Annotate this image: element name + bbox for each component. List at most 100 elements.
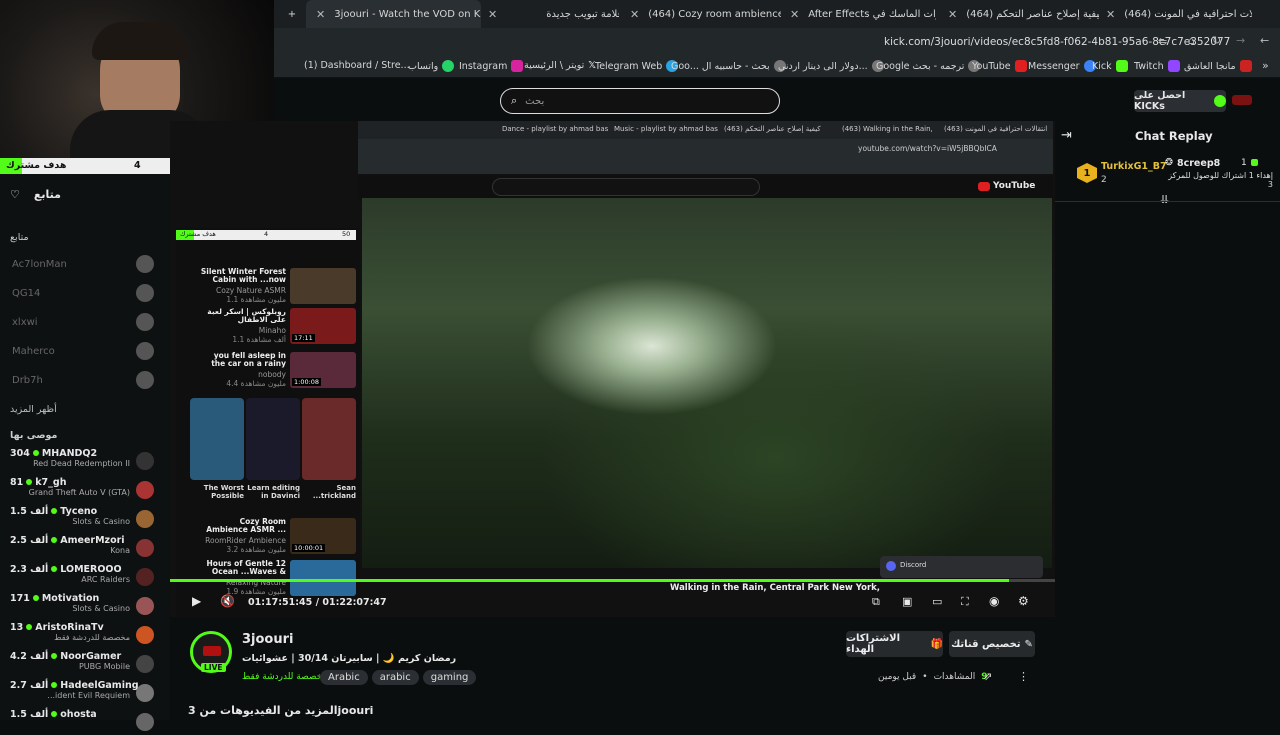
stream-category[interactable]: مخصصة للدردشة فقط (242, 672, 327, 682)
pip-icon[interactable]: ⧉ (872, 595, 880, 609)
followed-channel[interactable]: QG14 (10, 283, 160, 303)
home-icon[interactable]: ⌂ (1188, 34, 1195, 47)
share-icon[interactable]: ⇗ (983, 670, 992, 683)
bookmark-telegram[interactable]: Telegram Web (595, 60, 679, 72)
inner-video-title: Cozy Room Ambience ASMR ... Rain On Wind… (206, 518, 286, 534)
inner-video-title: you fell asleep in the car on a rainy af… (204, 352, 286, 368)
progress-track[interactable] (170, 579, 1055, 582)
site-settings-icon[interactable]: ⇋ (1158, 35, 1167, 48)
close-icon[interactable]: ✕ (630, 8, 639, 21)
collapse-chat-icon[interactable]: ⇥ (1061, 128, 1072, 143)
duration-badge: 10:00:01 (292, 544, 326, 552)
tab-cozy-room[interactable]: ✕ (464) Cozy room ambience (626, 0, 781, 28)
recommended-channel[interactable]: 13 AristoRinaTv مخصصة للدردشة فقط (10, 622, 160, 648)
progress-fill (170, 579, 1009, 582)
tab-after-effects[interactable]: ✕ After Effects أدوات الماسك في (786, 0, 936, 28)
inner-video-title: Silent Winter Forest Cabin with ...now O… (200, 268, 286, 284)
bookmark-twitter[interactable]: تويتر \ الرئيسية 𝕏 (524, 60, 596, 71)
forward-icon[interactable]: → (1236, 34, 1245, 47)
recommended-channel[interactable]: 1.5 ألف Tyceno Slots & Casino (10, 506, 160, 532)
bookmark-translate[interactable]: Google ترجمه - بحث (876, 60, 981, 72)
channel-name[interactable]: 3joouri (242, 632, 294, 647)
avatar (136, 342, 154, 360)
live-badge: LIVE (201, 663, 226, 672)
bookmarks-overflow-icon[interactable]: » (1262, 59, 1269, 72)
more-videos-heading: المزيد من الفيديوهات من 3joouri (188, 704, 374, 717)
recommended-channel[interactable]: 171 Motivation Slots & Casino (10, 593, 160, 619)
bookmark-kick[interactable]: Kick (1092, 60, 1128, 72)
gifter-name[interactable]: 8creep8 (1177, 158, 1220, 169)
recommended-channel[interactable]: 2.7 ألف HadeelGaming ...ident Evil Requiem (10, 680, 160, 706)
inner-short-thumbnail (302, 398, 356, 480)
recommended-channel[interactable]: 1.5 ألف ohosta (10, 709, 160, 735)
more-options-icon[interactable]: ⋮ (1018, 670, 1029, 683)
bookmark-manga[interactable]: مانجا العاشق (1184, 60, 1252, 72)
close-icon[interactable]: ✕ (790, 8, 799, 21)
inner-video-title: 12 Hours of Gentle Ocean ...Waves & Seag… (204, 560, 286, 576)
rank-badge: 1 (1077, 163, 1097, 183)
bookmark-instagram[interactable]: Instagram (459, 60, 524, 72)
following-header[interactable]: ♡ متابع (10, 188, 61, 201)
inner-short-title: Sean ...trickland vs (312, 484, 356, 500)
viewer-count: 13 (10, 622, 24, 633)
tag-gaming[interactable]: gaming (422, 670, 477, 685)
chat-username[interactable]: TurkixG1_B7 (1101, 161, 1167, 172)
avatar (136, 255, 154, 273)
close-icon[interactable]: ✕ (1106, 8, 1115, 21)
close-icon[interactable]: ✕ (488, 8, 497, 21)
tab-kick-vod[interactable]: ✕ 3joouri - Watch the VOD on Ki (306, 0, 481, 28)
recommended-channel[interactable]: 2.5 ألف AmeerMzori Kona (10, 535, 160, 561)
avatar (136, 539, 154, 557)
bookmark-youtube[interactable]: YouTube (972, 60, 1027, 72)
speed-icon[interactable]: ◉ (989, 594, 999, 608)
get-kicks-button[interactable]: احصل على KICKs (1134, 90, 1226, 112)
recommended-channel[interactable]: 4.2 ألف NoorGamer PUBG Mobile (10, 651, 160, 677)
bookmark-currency[interactable]: دولار الى دينار اردني... (778, 60, 884, 72)
view-stats: قبل يومين • المشاهدات 9 (878, 672, 988, 682)
clip-icon[interactable]: ▣ (902, 595, 912, 608)
followed-channel[interactable]: xlxwi (10, 312, 160, 332)
bookmarks-bar: (1) Dashboard / Stre... واتساب Instagram… (274, 56, 1280, 78)
url-field[interactable]: kick.com/3jouori/videos/ec8c5fd8-f062-4b… (884, 36, 1230, 48)
tab-new[interactable]: ✕ علامة تبويب جديدة (484, 0, 619, 28)
recommended-channel[interactable]: 81 k7_gh Grand Theft Auto V (GTA) (10, 477, 160, 503)
tag-arabic-lower[interactable]: arabic (371, 670, 419, 685)
tag-arabic[interactable]: Arabic (320, 670, 368, 685)
tab-fix-controls[interactable]: ✕ (464) كيفية إصلاح عناصر التحكم (944, 0, 1099, 28)
inner-video-channel: nobody (258, 370, 286, 379)
bookmark-dashboard[interactable]: (1) Dashboard / Stre... (304, 60, 410, 71)
show-more-link[interactable]: أظهر المزيد (10, 404, 57, 415)
fullscreen-icon[interactable]: ⛶ (961, 595, 969, 609)
viewer-count: 2.7 ألف (10, 680, 49, 691)
close-icon[interactable]: ✕ (948, 8, 957, 21)
live-dot-icon (51, 653, 58, 659)
search-input[interactable]: ⌕ بحث (500, 88, 780, 114)
bookmark-calculator[interactable]: Goo... بحث - حاسبيه ال (671, 60, 786, 72)
live-dot-icon (51, 682, 58, 688)
reload-icon[interactable]: ↻ (1212, 34, 1221, 47)
close-icon[interactable]: ✕ (316, 8, 325, 21)
bookmark-twitch[interactable]: Twitch (1134, 60, 1180, 72)
followed-channel[interactable]: Maherco (10, 341, 160, 361)
inner-video-meta: 3.2 مليون مشاهدة (226, 545, 286, 554)
gift-subs-button[interactable]: الاشتراكات الهداء 🎁 (846, 631, 943, 657)
gear-icon[interactable]: ⚙ (1018, 594, 1029, 608)
new-tab-button[interactable]: + (282, 0, 302, 28)
inner-bookmarks-bar (358, 159, 1053, 175)
theater-icon[interactable]: ▭ (932, 595, 942, 608)
bookmark-messenger[interactable]: Messenger (1028, 60, 1096, 72)
customize-channel-button[interactable]: تخصيص قناتك ✎ (949, 631, 1035, 657)
recommended-channel[interactable]: 304 MHANDQ2 Red Dead Redemption II (10, 448, 160, 474)
scroll-down-icon[interactable]: ⇊ (1160, 193, 1169, 206)
mute-icon[interactable]: 🔇 (220, 594, 235, 608)
followed-channel[interactable]: Drb7h (10, 370, 160, 390)
chat-title: Chat Replay (1135, 129, 1213, 143)
play-icon[interactable]: ▶ (192, 594, 201, 608)
recommended-channel[interactable]: 2.3 ألف LOMEROOO ARC Raiders (10, 564, 160, 590)
followed-channel[interactable]: Ac7lonMan (10, 254, 160, 274)
back-icon[interactable]: ← (1260, 34, 1269, 47)
inner-video-channel: RoomRider Ambience (205, 536, 286, 545)
tab-transitions[interactable]: ✕ (464) انتقالات احترافية في المونت (1102, 0, 1252, 28)
live-dot-icon (32, 595, 39, 601)
bookmark-whatsapp[interactable]: واتساب (408, 60, 455, 72)
